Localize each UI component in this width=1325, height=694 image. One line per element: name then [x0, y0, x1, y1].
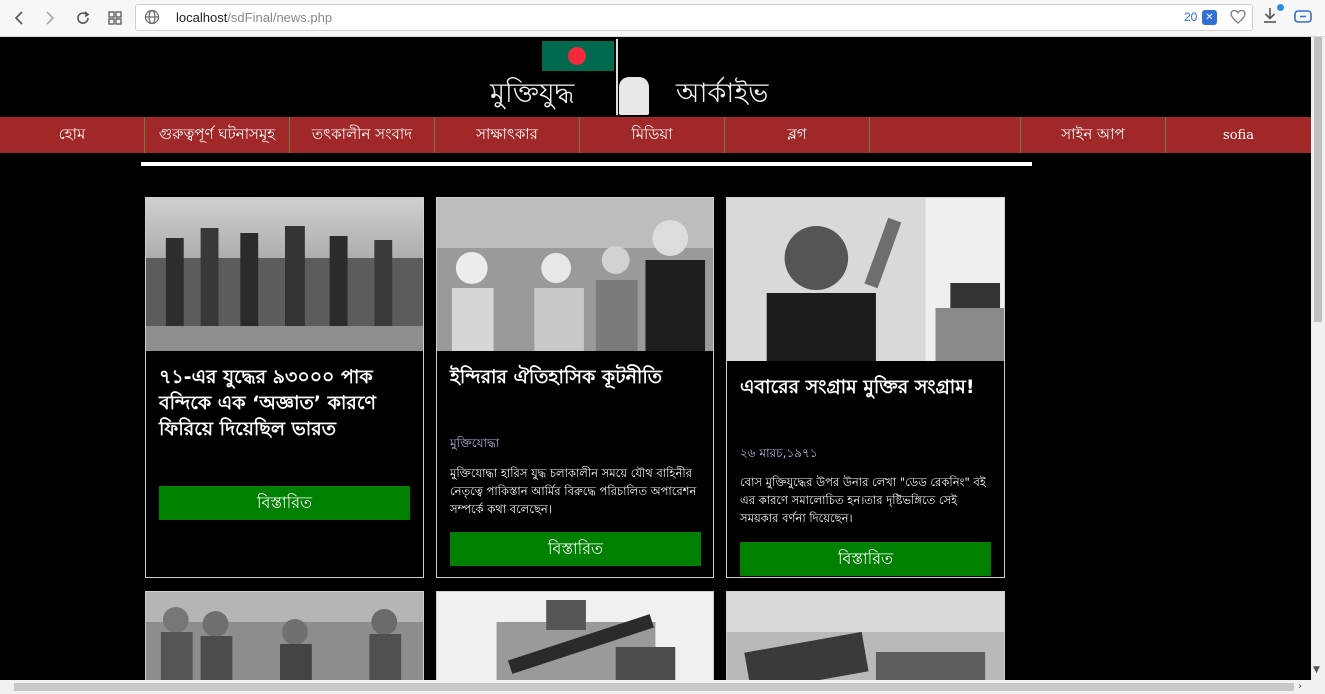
- nav-interviews[interactable]: সাক্ষাৎকার: [435, 117, 580, 153]
- scroll-down-arrow-icon[interactable]: ▼: [1313, 665, 1320, 675]
- site-logo[interactable]: মুক্তিযুদ্ধ আর্কাইভ: [438, 37, 832, 117]
- page-viewport: মুক্তিযুদ্ধ আর্কাইভ হোম গুরুত্বপূর্ণ ঘটন…: [0, 37, 1311, 680]
- news-photo: [727, 592, 1004, 680]
- news-card: [436, 591, 714, 680]
- forward-icon[interactable]: [37, 5, 63, 31]
- flag-pole: [616, 39, 618, 115]
- divider-line: [141, 162, 1032, 166]
- card-title[interactable]: ৭১-এর যুদ্ধের ৯৩০০০ পাক বন্দিকে এক ‘অজ্ঞ…: [159, 364, 413, 442]
- card-description: বোস মুক্তিযুদ্ধের উপর উনার লেখা "ডেড রেক…: [740, 475, 986, 525]
- news-photo: [437, 198, 713, 351]
- address-bar[interactable]: localhost/sdFinal/news.php 20 ✕: [135, 4, 1253, 31]
- news-photo: [146, 592, 423, 680]
- tracker-count: 20: [1184, 10, 1198, 24]
- browser-toolbar: localhost/sdFinal/news.php 20 ✕: [0, 0, 1325, 37]
- download-notification-dot: [1277, 4, 1284, 11]
- card-title[interactable]: এবারের সংগ্রাম মুক্তির সংগ্রাম!: [740, 374, 994, 400]
- nav-contemporary-news[interactable]: তৎকালীন সংবাদ: [290, 117, 435, 153]
- heart-icon[interactable]: [1229, 8, 1247, 30]
- news-photo: [727, 198, 1004, 361]
- globe-icon: [144, 9, 160, 29]
- nav-user[interactable]: sofia: [1166, 117, 1311, 153]
- news-photo: [437, 592, 713, 680]
- vertical-scrollbar[interactable]: ▼: [1311, 37, 1325, 680]
- card-title[interactable]: ইন্দিরার ঐতিহাসিক কূটনীতি: [450, 364, 703, 390]
- card-meta: ২৬ মারচ,১৯৭১: [740, 446, 818, 460]
- nav-important-events[interactable]: গুরুত্বপূর্ণ ঘটনাসমূহ: [145, 117, 290, 153]
- tabs-grid-icon[interactable]: [102, 5, 128, 31]
- card-description: মুক্তিযোদ্ধা হারিস যুদ্ধ চলাকালীন সময়ে …: [450, 466, 697, 516]
- news-photo: [146, 198, 423, 351]
- url-text: localhost/sdFinal/news.php: [176, 10, 333, 25]
- nav-signup[interactable]: সাইন আপ: [1021, 117, 1166, 153]
- download-icon[interactable]: [1262, 7, 1278, 29]
- shield-icon[interactable]: ✕: [1202, 10, 1217, 25]
- card-meta: মুক্তিযোদ্ধা: [450, 436, 500, 450]
- logo-text-left: মুক্তিযুদ্ধ: [490, 78, 575, 109]
- news-card: [145, 591, 424, 680]
- nav-spacer: [870, 117, 1021, 153]
- back-icon[interactable]: [6, 5, 32, 31]
- news-card: [726, 591, 1005, 680]
- news-card: ইন্দিরার ঐতিহাসিক কূটনীতি মুক্তিযোদ্ধা ম…: [436, 197, 714, 578]
- details-button[interactable]: বিস্তারিত: [159, 486, 410, 520]
- nav-home[interactable]: হোম: [0, 117, 145, 153]
- details-button[interactable]: বিস্তারিত: [740, 542, 991, 576]
- reload-icon[interactable]: [70, 5, 96, 31]
- news-card: এবারের সংগ্রাম মুক্তির সংগ্রাম! ২৬ মারচ,…: [726, 197, 1005, 578]
- vertical-scroll-thumb[interactable]: [1314, 37, 1322, 322]
- scroll-right-arrow-icon[interactable]: ›: [1298, 681, 1302, 692]
- main-nav: হোম গুরুত্বপূর্ণ ঘটনাসমূহ তৎকালীন সংবাদ …: [0, 117, 1311, 153]
- freedom-fighter-silhouette: [619, 77, 649, 115]
- horizontal-scroll-thumb[interactable]: [14, 683, 1294, 691]
- nav-media[interactable]: মিডিয়া: [580, 117, 725, 153]
- news-card: ৭১-এর যুদ্ধের ৯৩০০০ পাক বন্দিকে এক ‘অজ্ঞ…: [145, 197, 424, 578]
- nav-blog[interactable]: ব্লগ: [725, 117, 870, 153]
- horizontal-scrollbar[interactable]: ›: [0, 680, 1325, 694]
- logo-text-right: আর্কাইভ: [676, 78, 769, 109]
- details-button[interactable]: বিস্তারিত: [450, 532, 701, 566]
- bangladesh-flag-icon: [542, 41, 614, 71]
- sidebar-panel-icon[interactable]: [1294, 9, 1312, 28]
